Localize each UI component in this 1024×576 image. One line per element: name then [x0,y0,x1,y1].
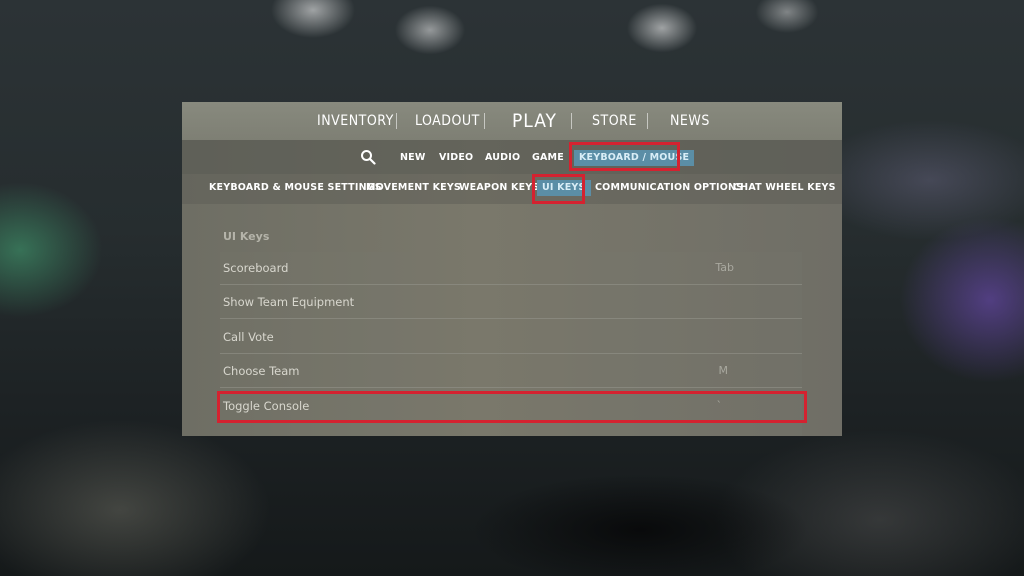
keybind-label: Choose Team [223,364,300,378]
category-movement-keys[interactable]: MOVEMENT KEYS [366,181,461,195]
category-keyboard-mouse-settings[interactable]: KEYBOARD & MOUSE SETTINGS [209,181,382,195]
tab-audio[interactable]: AUDIO [485,151,520,165]
category-chat-wheel-keys[interactable]: CHAT WHEEL KEYS [733,181,836,195]
tab-game[interactable]: GAME [532,151,564,165]
nav-store[interactable]: STORE [592,102,637,140]
keybind-label: Scoreboard [223,261,289,275]
tab-video[interactable]: VIDEO [439,151,473,165]
nav-news[interactable]: NEWS [670,102,710,140]
nav-divider [647,113,648,129]
keybind-row-call-vote[interactable]: Call Vote [220,321,802,354]
keybind-row-show-team-equipment[interactable]: Show Team Equipment [220,286,802,319]
tab-new[interactable]: NEW [400,151,426,165]
keybind-row-choose-team[interactable]: Choose Team M [220,355,802,388]
nav-divider [484,113,485,129]
nav-divider [396,113,397,129]
keybind-label: Call Vote [223,330,274,344]
keyboard-mouse-highlight [569,142,680,171]
category-communication-options[interactable]: COMMUNICATION OPTIONS [595,181,743,195]
category-weapon-keys[interactable]: WEAPON KEYS [459,181,539,195]
nav-divider [571,113,572,129]
weapon-silhouette [430,440,850,576]
nav-loadout[interactable]: LOADOUT [415,102,480,140]
keybind-label: Show Team Equipment [223,295,355,309]
section-title: UI Keys [223,230,270,243]
ui-keys-highlight [532,174,585,204]
nav-play[interactable]: PLAY [512,102,557,140]
settings-panel: INVENTORY LOADOUT PLAY STORE NEWS NEW VI… [182,102,842,436]
nav-inventory[interactable]: INVENTORY [317,102,394,140]
toggle-console-highlight [217,391,807,423]
keybind-row-scoreboard[interactable]: Scoreboard Tab [220,252,802,285]
search-icon[interactable] [360,149,376,165]
keybind-value[interactable]: M [719,364,729,377]
keybind-value[interactable]: Tab [715,261,734,274]
